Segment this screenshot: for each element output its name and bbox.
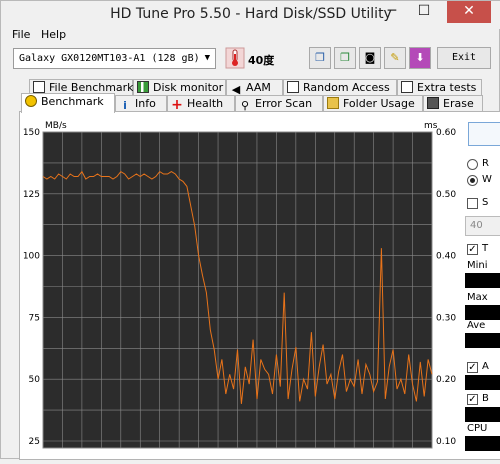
read-label: R	[482, 158, 489, 169]
tab-label: Health	[187, 97, 224, 110]
copy-button[interactable]: ❐	[309, 47, 331, 69]
tab-label: Error Scan	[255, 97, 313, 110]
drive-select[interactable]: Galaxy GX0120MT103-A1 (128 gB) ▼	[13, 48, 216, 69]
maximum-value-box	[465, 305, 500, 320]
y2-tick-label: 0.60	[436, 128, 456, 138]
tab-label: Extra tests	[417, 81, 477, 94]
benchmark-icon	[25, 95, 37, 107]
cpu-usage-label: CPU	[467, 423, 488, 434]
burst-rate-label: B	[482, 393, 489, 404]
start-button[interactable]	[468, 122, 500, 146]
y2-tick-label: 0.30	[436, 313, 456, 323]
menu-file[interactable]: File	[12, 28, 30, 41]
y-tick-label: 100	[23, 252, 40, 262]
thermometer-icon	[225, 47, 245, 69]
drive-select-value: Galaxy GX0120MT103-A1 (128 gB)	[19, 53, 200, 64]
copy-all-icon: ❐	[340, 51, 350, 64]
extra-tests-icon	[401, 81, 413, 93]
tab-label: Random Access	[303, 81, 390, 94]
trash-icon	[427, 97, 439, 109]
short-stroke-checkbox[interactable]	[467, 198, 478, 209]
burst-rate-value-box	[465, 407, 500, 422]
close-button[interactable]: ✕	[447, 1, 491, 23]
transfer-rate-label: T	[482, 243, 489, 254]
title-bar: HD Tune Pro 5.50 - Hard Disk/SSD Utility…	[1, 1, 500, 29]
menu-bar: File Help	[1, 27, 500, 43]
minimum-label: Mini	[467, 260, 488, 271]
random-access-icon	[287, 81, 299, 93]
toolbar: Galaxy GX0120MT103-A1 (128 gB) ▼ 40度 ❐ ❐…	[1, 43, 500, 75]
benchmark-chart: MB/s ms1501251007550250.600.500.400.300.2…	[23, 121, 456, 449]
y-axis-unit-label: MB/s	[45, 121, 67, 131]
access-time-label: A	[482, 361, 489, 372]
app-window: HD Tune Pro 5.50 - Hard Disk/SSD Utility…	[0, 0, 500, 460]
options-button[interactable]: ✎	[384, 47, 406, 69]
y2-tick-label: 0.50	[436, 190, 456, 200]
tab-label: Disk monitor	[153, 81, 224, 94]
average-value-box	[465, 333, 500, 348]
tab-label: Benchmark	[41, 95, 104, 108]
y-tick-label: 125	[23, 190, 40, 200]
file-benchmark-icon	[33, 81, 45, 93]
maximize-button[interactable]: ☐	[409, 1, 439, 23]
y2-tick-label: 0.20	[436, 375, 456, 385]
y-tick-label: 150	[23, 128, 40, 138]
y2-tick-label: 0.10	[436, 437, 456, 447]
disk-monitor-icon	[137, 81, 149, 93]
block-size-field[interactable]: 40	[465, 216, 500, 236]
write-radio[interactable]	[467, 175, 478, 186]
minimum-value-box	[465, 273, 500, 288]
wrench-icon: ✎	[390, 51, 400, 64]
folder-icon	[327, 97, 339, 109]
burst-rate-checkbox[interactable]: ✓	[467, 394, 478, 405]
tab-label: Folder Usage	[343, 97, 415, 110]
average-label: Ave	[467, 320, 486, 331]
y-tick-label: 50	[29, 375, 41, 385]
copy-icon: ❐	[315, 51, 325, 64]
block-size-value: 40	[470, 220, 483, 231]
minimize-button[interactable]: ─	[377, 1, 407, 23]
chevron-down-icon: ▼	[204, 53, 210, 63]
menu-help[interactable]: Help	[41, 28, 66, 41]
write-label: W	[482, 174, 492, 185]
screenshot-button[interactable]: ◙	[359, 47, 381, 69]
y-tick-label: 25	[29, 437, 40, 447]
tab-label: AAM	[246, 81, 271, 94]
access-time-value-box	[465, 375, 500, 390]
y2-tick-label: 0.40	[436, 252, 456, 262]
tab-benchmark[interactable]: Benchmark	[21, 93, 115, 113]
access-time-checkbox[interactable]: ✓	[467, 362, 478, 373]
download-arrow-icon: ⬇	[415, 51, 425, 64]
settings-sidebar: R W S 40 ✓ T Mini Max Ave ✓ A ✓ B CPU	[465, 112, 500, 461]
health-icon: +	[171, 97, 183, 113]
temperature-readout: 40度	[248, 54, 275, 67]
save-button[interactable]: ⬇	[409, 47, 431, 69]
copy-all-button[interactable]: ❐	[334, 47, 356, 69]
tab-label: Erase	[443, 97, 474, 110]
cpu-usage-value-box	[465, 436, 500, 451]
tab-label: Info	[135, 97, 156, 110]
exit-button[interactable]: Exit	[437, 47, 491, 69]
camera-icon: ◙	[364, 51, 376, 64]
benchmark-panel: MB/s ms 150 125 100 75 50 25 0.60 0.50 0.40 0.30 0.2…	[19, 111, 500, 460]
short-stroke-label: S	[482, 197, 489, 208]
y-tick-label: 75	[29, 313, 40, 323]
read-radio[interactable]	[467, 159, 478, 170]
transfer-rate-checkbox[interactable]: ✓	[467, 244, 478, 255]
benchmark-chart-area: MB/s ms 150 125 100 75 50 25 0.60 0.50 0.40 0.30 0.2…	[20, 112, 457, 461]
maximum-label: Max	[467, 292, 488, 303]
